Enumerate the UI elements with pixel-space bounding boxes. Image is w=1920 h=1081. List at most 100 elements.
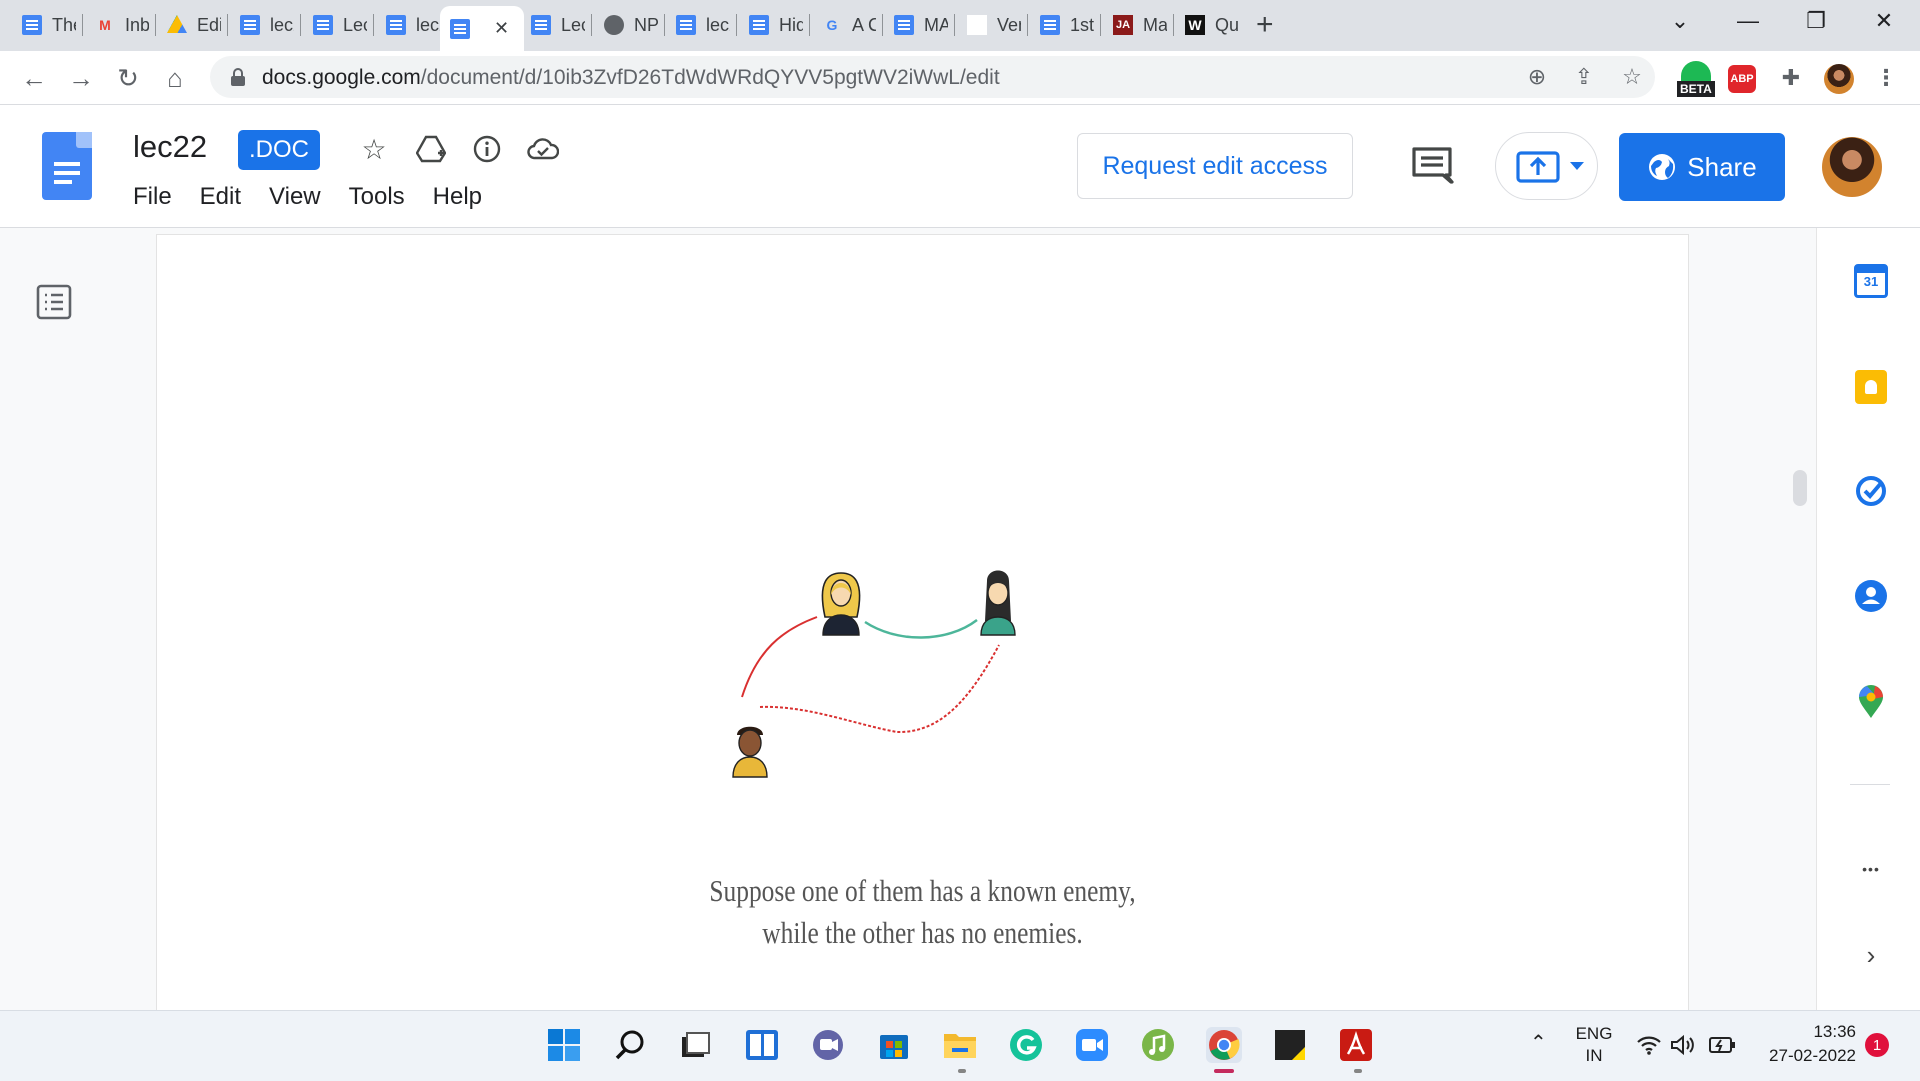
browser-tab[interactable]: ✕: [440, 6, 524, 51]
microsoft-store-icon[interactable]: [876, 1027, 912, 1063]
teams-chat-icon[interactable]: [810, 1027, 846, 1063]
details-info-icon[interactable]: [468, 130, 506, 168]
profile-avatar[interactable]: [1824, 64, 1854, 94]
windows-start-icon[interactable]: [546, 1027, 582, 1063]
input-language[interactable]: ENG IN: [1572, 1024, 1616, 1066]
browser-tab[interactable]: Hid: [739, 8, 807, 42]
menu-edit[interactable]: Edit: [200, 183, 241, 211]
extensions-puzzle-icon[interactable]: ✚: [1777, 64, 1805, 92]
star-icon[interactable]: ☆: [355, 130, 393, 168]
menu-bar: File Edit View Tools Help: [133, 183, 510, 211]
present-button[interactable]: [1495, 132, 1598, 200]
comment-history-icon[interactable]: [1410, 145, 1458, 185]
share-button[interactable]: Share: [1619, 133, 1785, 201]
browser-tab[interactable]: Edit: [157, 8, 225, 42]
account-avatar[interactable]: [1822, 137, 1882, 197]
file-explorer-icon[interactable]: [942, 1027, 978, 1063]
home-icon[interactable]: ⌂: [157, 60, 193, 96]
browser-tab[interactable]: NPT: [594, 8, 662, 42]
tab-title: NPT: [634, 14, 658, 35]
browser-tab[interactable]: JA Mai: [1103, 8, 1171, 42]
tab-title: lec2: [706, 14, 730, 35]
menu-view[interactable]: View: [269, 183, 321, 211]
reload-icon[interactable]: ↻: [110, 60, 146, 96]
document-title[interactable]: lec22: [133, 129, 207, 165]
enemy-link-line: [759, 644, 1000, 734]
forward-icon[interactable]: →: [63, 60, 99, 96]
add-to-drive-icon[interactable]: [412, 130, 450, 168]
clock[interactable]: 13:36 27-02-2022: [1746, 1022, 1856, 1066]
sticky-notes-icon[interactable]: [1272, 1027, 1308, 1063]
docs-icon: [450, 18, 470, 39]
contacts-icon[interactable]: [1852, 577, 1890, 615]
close-tab-icon[interactable]: ✕: [494, 18, 509, 39]
adblock-icon[interactable]: ABP: [1728, 65, 1756, 93]
docs-icon: [313, 15, 333, 35]
browser-tab[interactable]: The: [12, 8, 80, 42]
tab-title: Ven: [997, 14, 1021, 35]
docs-icon: [1040, 15, 1060, 35]
browser-tab[interactable]: W Qui: [1175, 8, 1243, 42]
widgets-icon[interactable]: [744, 1027, 780, 1063]
globe-icon: [1649, 154, 1676, 180]
chrome-menu-icon[interactable]: ⋮: [1872, 64, 1900, 92]
browser-tab[interactable]: lec2: [376, 8, 444, 42]
cloud-saved-icon[interactable]: [524, 130, 562, 168]
address-bar[interactable]: docs.google.com/document/d/10ib3ZvfD26Td…: [210, 56, 1655, 98]
menu-file[interactable]: File: [133, 183, 172, 211]
share-page-icon[interactable]: ⇪: [1570, 63, 1598, 91]
google-docs-logo-icon[interactable]: [42, 132, 92, 200]
more-options-icon[interactable]: •••: [1852, 850, 1890, 888]
bookmark-star-icon[interactable]: ☆: [1618, 63, 1646, 91]
tab-separator: [1027, 14, 1028, 36]
blank-icon: [967, 15, 987, 35]
browser-tab[interactable]: lec2: [230, 8, 298, 42]
close-window-icon[interactable]: ✕: [1850, 0, 1918, 42]
zoom-app-icon[interactable]: [1074, 1027, 1110, 1063]
acrobat-icon[interactable]: [1338, 1027, 1374, 1063]
restore-icon[interactable]: ❐: [1782, 0, 1850, 42]
browser-tab[interactable]: GA C: [812, 8, 880, 42]
calendar-icon[interactable]: 31: [1852, 262, 1890, 300]
task-view-icon[interactable]: [678, 1027, 714, 1063]
beta-extension-icon[interactable]: BETA: [1675, 59, 1717, 99]
url-text: docs.google.com/document/d/10ib3ZvfD26Td…: [262, 66, 1000, 89]
tasks-icon[interactable]: [1852, 472, 1890, 510]
browser-tab[interactable]: Lec: [303, 8, 371, 42]
menu-tools[interactable]: Tools: [349, 183, 405, 211]
chevron-right-icon[interactable]: ›: [1852, 936, 1890, 974]
browser-tab[interactable]: Lec: [521, 8, 589, 42]
minimize-icon[interactable]: —: [1714, 0, 1782, 42]
zoom-icon[interactable]: ⊕: [1523, 63, 1551, 91]
volume-icon[interactable]: [1670, 1034, 1696, 1061]
music-app-icon[interactable]: [1140, 1027, 1176, 1063]
browser-tab[interactable]: Ven: [957, 8, 1025, 42]
browser-tab[interactable]: 1st: [1030, 8, 1098, 42]
browser-tab[interactable]: MA: [884, 8, 952, 42]
keep-icon[interactable]: [1852, 368, 1890, 406]
chrome-taskbar-icon[interactable]: [1206, 1027, 1242, 1063]
browser-tab[interactable]: lec2: [666, 8, 734, 42]
show-hidden-icons-icon[interactable]: ⌃: [1530, 1030, 1547, 1055]
side-panel-divider: [1850, 784, 1890, 785]
menu-help[interactable]: Help: [433, 183, 482, 211]
request-edit-access-button[interactable]: Request edit access: [1077, 133, 1353, 199]
present-icon: [1516, 151, 1560, 183]
friend-link-line: [741, 616, 818, 698]
maps-icon[interactable]: [1852, 683, 1890, 721]
file-type-badge: .DOC: [238, 130, 320, 170]
back-icon[interactable]: ←: [16, 60, 52, 96]
battery-icon[interactable]: [1708, 1036, 1736, 1059]
document-outline-icon[interactable]: [36, 284, 72, 320]
tab-separator: [1100, 14, 1101, 36]
tab-title: Inb: [125, 14, 149, 35]
browser-tab[interactable]: M Inb: [85, 8, 153, 42]
new-tab-button[interactable]: +: [1256, 8, 1286, 42]
active-indicator: [1214, 1069, 1234, 1073]
notification-badge[interactable]: 1: [1865, 1033, 1889, 1057]
wifi-icon[interactable]: [1636, 1034, 1662, 1061]
grammarly-icon[interactable]: [1008, 1027, 1044, 1063]
vertical-scrollbar-thumb[interactable]: [1793, 470, 1807, 506]
search-icon[interactable]: [612, 1027, 648, 1063]
tab-search-icon[interactable]: ⌄: [1646, 0, 1714, 42]
